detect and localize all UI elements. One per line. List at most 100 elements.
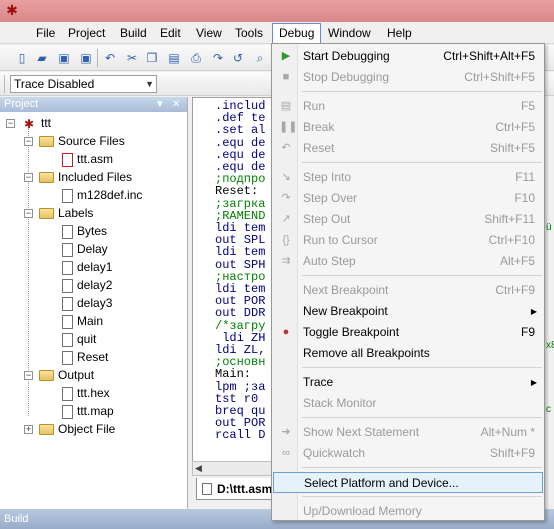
code-line: ldi tem: [215, 221, 266, 235]
tree-file[interactable]: m128def.inc: [62, 186, 142, 204]
tree-file[interactable]: Reset: [62, 348, 108, 366]
save-all-icon[interactable]: ▣: [78, 50, 94, 66]
arrow-right-icon: ➜: [281, 426, 291, 438]
tree-file[interactable]: quit: [62, 330, 96, 348]
menu-item-run[interactable]: ▤ Run F5: [273, 96, 543, 117]
code-line: .equ de: [215, 147, 266, 162]
paste-icon[interactable]: ▤: [166, 50, 182, 66]
menu-item-next-breakpoint[interactable]: Next Breakpoint Ctrl+F9: [273, 280, 543, 301]
menu-item-step-over[interactable]: ↷ Step Over F10: [273, 188, 543, 209]
menu-item-select-platform-and-device[interactable]: Select Platform and Device...: [273, 472, 543, 493]
menu-item-stack-monitor[interactable]: Stack Monitor: [273, 393, 543, 414]
copy-icon[interactable]: ❐: [144, 50, 160, 66]
code-line: out POR: [215, 416, 266, 431]
code-line: breq qu: [215, 404, 266, 418]
tree-file[interactable]: delay1: [62, 258, 112, 276]
menu-item-step-out[interactable]: ↗ Step Out Shift+F11: [273, 209, 543, 230]
tree-folder[interactable]: − Labels: [24, 204, 93, 222]
menu-window[interactable]: Window: [322, 25, 377, 42]
undo-icon[interactable]: ↶: [102, 50, 118, 66]
tree-file[interactable]: delay3: [62, 294, 112, 312]
tree-folder[interactable]: − Source Files: [24, 132, 125, 150]
tree-folder[interactable]: − Included Files: [24, 168, 132, 186]
menu-edit[interactable]: Edit: [154, 25, 187, 42]
panel-menu-icon[interactable]: ▼: [155, 97, 165, 112]
print-icon[interactable]: ⎙: [188, 50, 204, 66]
tree-file[interactable]: Bytes: [62, 222, 107, 240]
code-line: rcall D: [215, 428, 266, 443]
menu-item-remove-all-breakpoints[interactable]: Remove all Breakpoints: [273, 343, 543, 364]
file-icon: [62, 188, 73, 203]
trace-mode-select[interactable]: Trace Disabled ▼: [10, 75, 157, 93]
save-icon[interactable]: ▣: [56, 50, 72, 66]
menu-item-start-debugging[interactable]: ▶ Start Debugging Ctrl+Shift+Alt+F5: [273, 46, 543, 67]
menu-tools[interactable]: Tools: [229, 25, 269, 42]
tree-file[interactable]: delay2: [62, 276, 112, 294]
editor-tab-ttt-asm[interactable]: D:\ttt.asm: [196, 478, 276, 500]
panel-close-icon[interactable]: ✕: [172, 97, 180, 112]
step-into-icon: ↘: [281, 171, 291, 183]
tree-label: quit: [77, 332, 97, 346]
menu-item-new-breakpoint[interactable]: New Breakpoint ▶: [273, 301, 543, 322]
code-line: lpm ;за: [215, 379, 266, 394]
collapse-icon[interactable]: −: [6, 119, 15, 129]
menu-build[interactable]: Build: [114, 25, 153, 42]
menu-item-trace[interactable]: Trace ▶: [273, 372, 543, 393]
collapse-icon[interactable]: −: [24, 173, 33, 183]
menu-item-up-download-memory[interactable]: Up/Download Memory: [273, 501, 543, 522]
code-line: .includ: [215, 99, 266, 113]
menu-item-show-next-statement[interactable]: ➜ Show Next Statement Alt+Num *: [273, 422, 543, 443]
menu-item-toggle-breakpoint[interactable]: ● Toggle Breakpoint F9: [273, 322, 543, 343]
editor-horizontal-scrollbar[interactable]: ◀: [192, 461, 276, 476]
cut-icon[interactable]: ✂: [124, 50, 140, 66]
reset-icon: ↶: [281, 142, 291, 154]
collapse-icon[interactable]: −: [24, 137, 33, 147]
tree-label: Reset: [77, 350, 109, 364]
tree-label: ttt.asm: [77, 152, 114, 166]
new-file-icon[interactable]: ▯: [14, 50, 30, 66]
tree-file[interactable]: Main: [62, 312, 103, 330]
pause-icon: ❚❚: [279, 121, 298, 133]
menu-project[interactable]: Project: [62, 25, 111, 42]
menu-file[interactable]: File: [30, 25, 61, 42]
editor-overflow-text: c: [546, 404, 551, 415]
code-line: ldi ZH: [215, 330, 266, 345]
menu-item-shortcut: Ctrl+F10: [488, 233, 535, 247]
redo-icon[interactable]: ↷: [210, 50, 226, 66]
menu-item-step-into[interactable]: ↘ Step Into F11: [273, 167, 543, 188]
open-folder-icon[interactable]: ▰: [34, 50, 50, 66]
tree-file[interactable]: Delay: [62, 240, 108, 258]
tree-label: delay1: [77, 260, 113, 274]
menu-item-reset[interactable]: ↶ Reset Shift+F5: [273, 138, 543, 159]
app-bug-icon[interactable]: ✱: [4, 2, 20, 18]
code-editor[interactable]: .includ .def te .set al .equ de .equ de .equ …: [192, 97, 276, 469]
folder-icon: [39, 424, 54, 436]
tree-folder[interactable]: + Object File: [24, 420, 115, 438]
menu-help[interactable]: Help: [381, 25, 418, 42]
code-line: out SPL: [215, 233, 266, 248]
menu-item-run-to-cursor[interactable]: {} Run to Cursor Ctrl+F10: [273, 230, 543, 251]
tree-file[interactable]: ttt.hex: [62, 384, 110, 402]
code-line: ldi ZL,: [215, 343, 266, 357]
collapse-icon[interactable]: −: [24, 371, 33, 381]
menu-item-break[interactable]: ❚❚ Break Ctrl+F5: [273, 117, 543, 138]
expand-icon[interactable]: +: [24, 425, 33, 435]
auto-step-icon: ⇉: [281, 255, 291, 267]
tree-file[interactable]: ttt.asm: [62, 150, 113, 168]
menu-item-label: Up/Download Memory: [303, 504, 422, 518]
menu-view[interactable]: View: [190, 25, 228, 42]
tree-file[interactable]: ttt.map: [62, 402, 114, 420]
menu-item-stop-debugging[interactable]: ■ Stop Debugging Ctrl+Shift+F5: [273, 67, 543, 88]
menu-item-label: Break: [303, 120, 335, 134]
tree-label: ttt.map: [77, 404, 114, 418]
menu-item-auto-step[interactable]: ⇉ Auto Step Alt+F5: [273, 251, 543, 272]
menu-debug[interactable]: Debug: [272, 23, 322, 44]
scroll-left-icon[interactable]: ◀: [195, 463, 202, 474]
tree-folder[interactable]: − Output: [24, 366, 94, 384]
find-icon[interactable]: ⌕: [252, 50, 268, 66]
collapse-icon[interactable]: −: [24, 209, 33, 219]
trace-mode-value: Trace Disabled: [14, 77, 95, 91]
menu-item-quickwatch[interactable]: ∞ Quickwatch Shift+F9: [273, 443, 543, 464]
menu-item-shortcut: Shift+F9: [489, 446, 535, 460]
back-icon[interactable]: ↺: [230, 50, 246, 66]
